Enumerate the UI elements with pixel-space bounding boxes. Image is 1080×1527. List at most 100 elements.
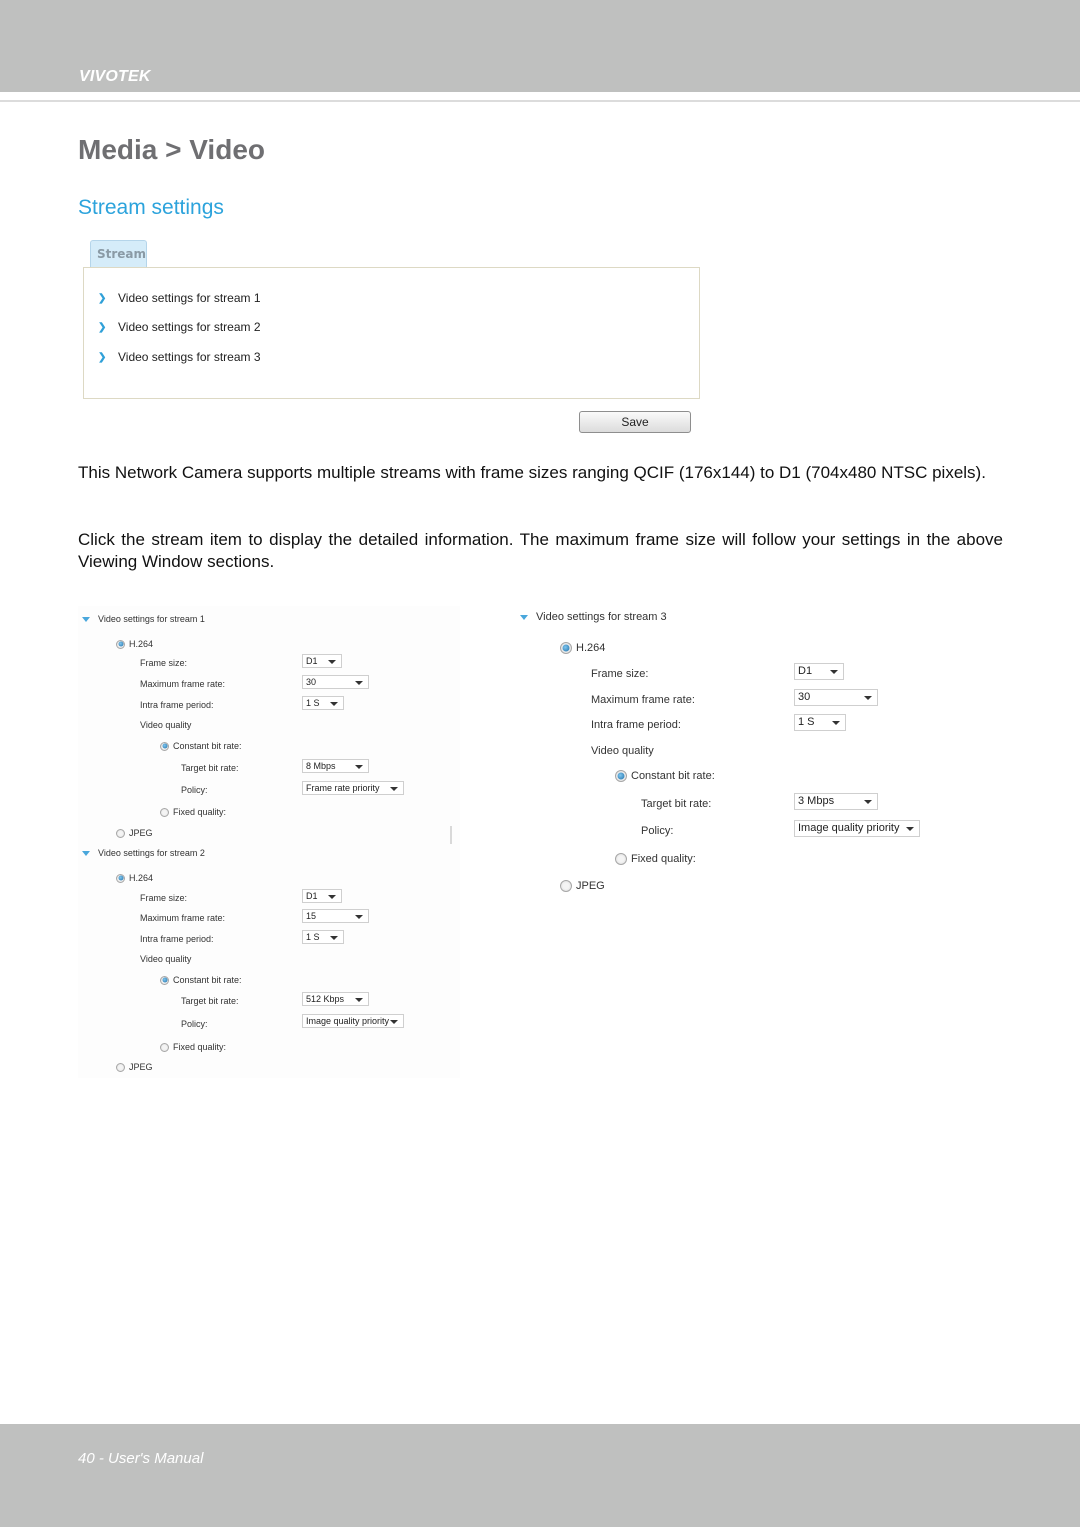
frame-size-label: Frame size: bbox=[591, 668, 649, 680]
chevron-right-icon: ❯ bbox=[98, 292, 107, 304]
radio-selected-icon bbox=[160, 741, 169, 751]
header-divider bbox=[0, 100, 1080, 102]
radio-unselected-icon bbox=[560, 880, 572, 892]
chevron-right-icon: ❯ bbox=[98, 351, 107, 363]
radio-selected-icon bbox=[116, 873, 125, 883]
stream-2-target-bit-rate-select[interactable]: 512 Kbps bbox=[302, 992, 369, 1006]
intra-frame-period-label: Intra frame period: bbox=[140, 934, 214, 944]
page-title: Media > Video bbox=[78, 134, 265, 165]
stream-3-policy-select[interactable]: Image quality priority bbox=[794, 820, 920, 837]
stream-2-policy-select[interactable]: Image quality priority bbox=[302, 1014, 404, 1028]
stream-2-intra-frame-period-select[interactable]: 1 S bbox=[302, 930, 344, 944]
stream-2-fixed-quality-option[interactable]: Fixed quality: bbox=[160, 1042, 226, 1052]
save-button[interactable]: Save bbox=[579, 411, 691, 433]
stream-1-cbr-option[interactable]: Constant bit rate: bbox=[160, 741, 242, 751]
tab-stream-label: Stream bbox=[97, 247, 147, 261]
stream-1-max-frame-rate-select[interactable]: 30 bbox=[302, 675, 369, 689]
radio-unselected-icon bbox=[615, 853, 627, 865]
dropdown-arrow-icon bbox=[330, 936, 338, 940]
stream-link-2[interactable]: ❯ Video settings for stream 2 bbox=[98, 319, 261, 335]
dropdown-arrow-icon bbox=[830, 670, 838, 674]
footer-band bbox=[0, 1424, 1080, 1527]
stream-3-frame-size-select[interactable]: D1 bbox=[794, 663, 844, 680]
brand-logo-text: VIVOTEK bbox=[79, 68, 151, 85]
radio-selected-icon bbox=[116, 639, 125, 649]
stream-2-frame-size-select[interactable]: D1 bbox=[302, 889, 342, 903]
stream-2-h264-option[interactable]: H.264 bbox=[116, 873, 153, 883]
stream-link-label: Video settings for stream 1 bbox=[118, 291, 261, 305]
radio-unselected-icon bbox=[116, 828, 125, 838]
tab-stream[interactable]: Stream bbox=[90, 240, 147, 267]
chevron-down-icon bbox=[82, 850, 90, 856]
dropdown-arrow-icon bbox=[355, 765, 363, 769]
stream-3-max-frame-rate-select[interactable]: 30 bbox=[794, 689, 878, 706]
radio-selected-icon bbox=[615, 770, 627, 782]
stream-3-screenshot: Video settings for stream 3 H.264 Frame … bbox=[518, 606, 938, 906]
max-frame-rate-label: Maximum frame rate: bbox=[140, 679, 226, 689]
stream-link-label: Video settings for stream 3 bbox=[118, 350, 261, 364]
policy-label: Policy: bbox=[181, 1019, 208, 1029]
radio-unselected-icon bbox=[160, 807, 169, 817]
target-bit-rate-label: Target bit rate: bbox=[641, 798, 712, 810]
stream-1-intra-frame-period-select[interactable]: 1 S bbox=[302, 696, 344, 710]
stream-1-frame-size-select[interactable]: D1 bbox=[302, 654, 342, 668]
scrollbar[interactable] bbox=[450, 826, 452, 844]
policy-label: Policy: bbox=[641, 825, 674, 837]
stream-3-header[interactable]: Video settings for stream 3 bbox=[520, 611, 667, 623]
stream-1-policy-select[interactable]: Frame rate priority bbox=[302, 781, 404, 795]
intra-frame-period-label: Intra frame period: bbox=[140, 700, 214, 710]
header-band: VIVOTEK bbox=[0, 0, 1080, 92]
policy-label: Policy: bbox=[181, 785, 208, 795]
max-frame-rate-label: Maximum frame rate: bbox=[140, 913, 226, 923]
stream-link-label: Video settings for stream 2 bbox=[118, 320, 261, 334]
section-title: Stream settings bbox=[78, 196, 224, 219]
chevron-down-icon bbox=[82, 616, 90, 622]
dropdown-arrow-icon bbox=[864, 696, 872, 700]
stream-link-1[interactable]: ❯ Video settings for stream 1 bbox=[98, 290, 261, 306]
dropdown-arrow-icon bbox=[355, 681, 363, 685]
stream-1-2-screenshot: Video settings for stream 1 H.264 Frame … bbox=[78, 606, 460, 1078]
stream-link-3[interactable]: ❯ Video settings for stream 3 bbox=[98, 349, 261, 365]
intra-frame-period-label: Intra frame period: bbox=[591, 719, 681, 731]
stream-2-max-frame-rate-select[interactable]: 15 bbox=[302, 909, 369, 923]
stream-2-header[interactable]: Video settings for stream 2 bbox=[82, 848, 205, 858]
paragraph-intro: This Network Camera supports multiple st… bbox=[78, 463, 986, 482]
paragraph-instructions: Click the stream item to display the det… bbox=[78, 530, 1003, 571]
video-quality-label: Video quality bbox=[140, 954, 192, 964]
dropdown-arrow-icon bbox=[328, 660, 336, 664]
footer-page-label: 40 - User's Manual bbox=[78, 1450, 204, 1467]
stream-panel: ❯ Video settings for stream 1 ❯ Video se… bbox=[83, 267, 700, 399]
stream-3-fixed-quality-option[interactable]: Fixed quality: bbox=[615, 853, 696, 865]
stream-3-h264-option[interactable]: H.264 bbox=[560, 642, 605, 654]
dropdown-arrow-icon bbox=[832, 721, 840, 725]
radio-selected-icon bbox=[560, 642, 572, 654]
stream-3-cbr-option[interactable]: Constant bit rate: bbox=[615, 770, 715, 782]
dropdown-arrow-icon bbox=[390, 1020, 398, 1024]
frame-size-label: Frame size: bbox=[140, 893, 188, 903]
dropdown-arrow-icon bbox=[906, 827, 914, 831]
radio-unselected-icon bbox=[160, 1042, 169, 1052]
stream-2-jpeg-option[interactable]: JPEG bbox=[116, 1062, 153, 1072]
stream-1-header[interactable]: Video settings for stream 1 bbox=[82, 614, 205, 624]
dropdown-arrow-icon bbox=[328, 895, 336, 899]
stream-3-target-bit-rate-select[interactable]: 3 Mbps bbox=[794, 793, 878, 810]
dropdown-arrow-icon bbox=[864, 800, 872, 804]
stream-3-jpeg-option[interactable]: JPEG bbox=[560, 880, 605, 892]
dropdown-arrow-icon bbox=[330, 702, 338, 706]
video-quality-label: Video quality bbox=[140, 720, 192, 730]
stream-1-target-bit-rate-select[interactable]: 8 Mbps bbox=[302, 759, 369, 773]
dropdown-arrow-icon bbox=[390, 787, 398, 791]
max-frame-rate-label: Maximum frame rate: bbox=[591, 694, 695, 706]
stream-1-fixed-quality-option[interactable]: Fixed quality: bbox=[160, 807, 226, 817]
dropdown-arrow-icon bbox=[355, 915, 363, 919]
radio-selected-icon bbox=[160, 975, 169, 985]
stream-2-cbr-option[interactable]: Constant bit rate: bbox=[160, 975, 242, 985]
dropdown-arrow-icon bbox=[355, 998, 363, 1002]
chevron-right-icon: ❯ bbox=[98, 321, 107, 333]
chevron-down-icon bbox=[520, 614, 528, 620]
stream-1-h264-option[interactable]: H.264 bbox=[116, 639, 153, 649]
frame-size-label: Frame size: bbox=[140, 658, 188, 668]
stream-3-intra-frame-period-select[interactable]: 1 S bbox=[794, 714, 846, 731]
target-bit-rate-label: Target bit rate: bbox=[181, 996, 239, 1006]
stream-1-jpeg-option[interactable]: JPEG bbox=[116, 828, 153, 838]
